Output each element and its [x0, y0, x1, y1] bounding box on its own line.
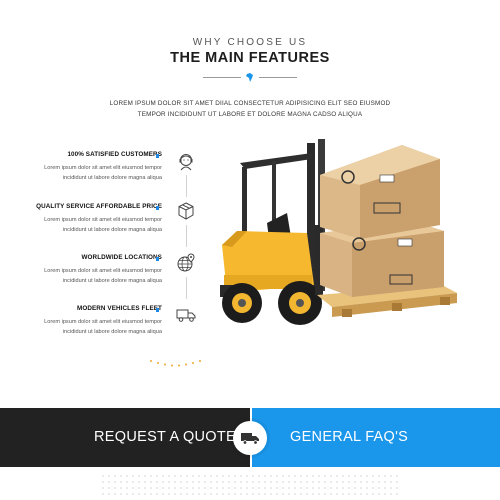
feature-description: Lorem ipsum dolor sit amet elit eiusmod … [44, 268, 162, 284]
footer-dot-map [100, 473, 400, 499]
connector-line [186, 277, 187, 299]
decorative-dots [150, 360, 201, 367]
customer-service-icon [179, 154, 193, 171]
connector-line [186, 225, 187, 247]
feature-title: MODERN VEHICLES FLEET [76, 305, 162, 312]
map-pin-icon [246, 73, 253, 82]
feature-description: Lorem ipsum dolor sit amet elit eiusmod … [44, 319, 162, 335]
request-quote-label: REQUEST A QUOTE [94, 429, 237, 445]
feature-description: Lorem ipsum dolor sit amet elit eiusmod … [44, 165, 162, 181]
feature-item: 100% SATISFIED CUSTOMERS Lorem ipsum dol… [20, 151, 162, 184]
feature-title: 100% SATISFIED CUSTOMERS [67, 151, 162, 158]
feature-item: QUALITY SERVICE AFFORDABLE PRICE Lorem i… [20, 203, 162, 236]
intro-line-2: TEMPOR INCIDIDUNT UT LABORE ET DOLORE MA… [137, 111, 363, 118]
feature-bullet [156, 308, 159, 312]
feature-description: Lorem ipsum dolor sit amet elit eiusmod … [44, 217, 162, 233]
connector-line [186, 175, 187, 197]
intro-line-1: LOREM IPSUM DOLOR SIT AMET DIIAL CONSECT… [109, 100, 391, 107]
general-faq-label: GENERAL FAQ'S [290, 429, 409, 445]
feature-title: QUALITY SERVICE AFFORDABLE PRICE [36, 203, 162, 210]
feature-item: WORLDWIDE LOCATIONS Lorem ipsum dolor si… [20, 254, 162, 287]
section-intro: LOREM IPSUM DOLOR SIT AMET DIIAL CONSECT… [0, 98, 500, 120]
globe-location-icon [177, 253, 195, 272]
section-title: THE MAIN FEATURES [170, 50, 330, 66]
feature-title: WORLDWIDE LOCATIONS [81, 254, 162, 261]
forklift-illustration [220, 139, 457, 325]
feature-bullet [156, 206, 159, 210]
package-icon [178, 202, 194, 220]
delivery-truck-icon [241, 433, 259, 445]
title-divider [203, 73, 297, 83]
feature-bullet [156, 154, 159, 158]
delivery-truck-icon [176, 309, 196, 322]
general-faq-button[interactable]: GENERAL FAQ'S [252, 408, 500, 467]
section-eyebrow: WHY CHOOSE US [192, 37, 308, 48]
feature-bullet [156, 257, 159, 261]
feature-item: MODERN VEHICLES FLEET Lorem ipsum dolor … [20, 305, 162, 338]
footer-area [0, 467, 500, 500]
cta-center-badge [233, 421, 267, 455]
request-quote-button[interactable]: REQUEST A QUOTE [0, 408, 250, 467]
